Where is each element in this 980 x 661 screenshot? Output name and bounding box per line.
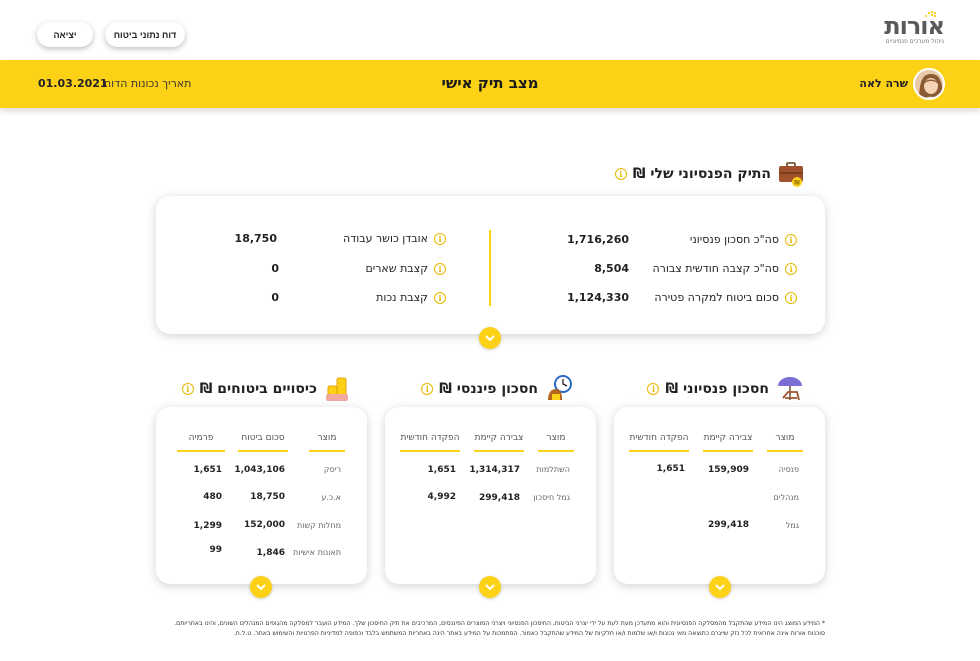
chevron-down-icon [485, 334, 495, 341]
disclaimer-footnote: * המידע המוצג הינו המידע שהתקבל מהמסלקה … [174, 620, 825, 637]
summary-label: סה"כ חסכון פנסיוני [689, 233, 779, 246]
product-label: גמל חיסכון [533, 493, 570, 502]
chevron-down-icon [715, 583, 725, 590]
summary-value: 0 [271, 291, 279, 304]
info-icon[interactable]: i [785, 233, 797, 246]
summary-value: 8,504 [594, 262, 629, 275]
product-label: א.כ.ע [321, 493, 341, 502]
product-label: מנהלים [773, 493, 799, 502]
premium-value: 1,651 [193, 465, 222, 475]
logo-rays-icon [924, 10, 936, 18]
column-header: מוצר [767, 433, 803, 452]
exit-button[interactable]: יציאה [37, 22, 93, 47]
pension-section-title: חסכון פנסיוני ₪ i [647, 374, 805, 404]
column-header: פרמיה [177, 433, 225, 452]
column-header: צבירה קיימת [703, 433, 753, 452]
insurance-expand-button[interactable] [250, 576, 272, 598]
column-header: הפקדה חודשית [400, 433, 460, 452]
money-clock-icon [548, 375, 572, 400]
product-label: השתלמות [536, 465, 570, 474]
financial-title-text: חסכון פיננסי ₪ [439, 381, 538, 397]
column-header: הפקדה חודשית [629, 433, 689, 452]
financial-expand-button[interactable] [479, 576, 501, 598]
summary-row-disability-pension: i קצבת נכות [376, 291, 446, 304]
info-icon[interactable]: i [181, 383, 194, 395]
info-icon[interactable]: i [647, 383, 660, 395]
insurance-card: מוצר סכום ביטוח פרמיה ריסק 1,043,106 1,6… [156, 407, 367, 584]
summary-row-death-insurance: i סכום ביטוח למקרה פטירה [654, 291, 797, 304]
balance-value: 299,418 [479, 493, 520, 503]
monthly-value: 1,651 [656, 464, 685, 474]
summary-value: 1,124,330 [567, 291, 629, 304]
summary-row-disability: i אובדן כושר עבודה [343, 232, 446, 245]
summary-row-total-pension: i סה"כ חסכון פנסיוני [690, 233, 797, 246]
brand-logo[interactable]: אורות ניהול מערכים פנסיוניים [884, 10, 945, 45]
monthly-value: 1,651 [427, 465, 456, 475]
product-label: ריסק [323, 465, 341, 474]
insurance-report-button[interactable]: דוח נתוני ביטוח [105, 22, 185, 47]
sum-value: 1,846 [256, 548, 285, 558]
column-header: צבירה קיימת [474, 433, 524, 452]
svg-text:₪: ₪ [794, 180, 800, 187]
premium-value: 99 [209, 545, 222, 555]
summary-divider [489, 230, 491, 306]
pension-card: מוצר צבירה קיימת הפקדה חודשית פנסיה 159,… [614, 407, 825, 584]
briefcase-icon: ₪ [779, 162, 803, 187]
info-icon[interactable]: i [434, 291, 446, 304]
sum-value: 152,000 [244, 520, 285, 530]
summary-label: סכום ביטוח למקרה פטירה [654, 291, 779, 304]
premium-value: 480 [203, 492, 222, 502]
report-date-value: 01.03.2021 [38, 77, 108, 90]
umbrella-chair-icon [778, 377, 802, 401]
sum-value: 18,750 [250, 492, 285, 502]
info-icon[interactable]: i [434, 232, 446, 245]
page-header: שרה לאה מצב תיק אישי תאריך נכונות הדוח 0… [0, 60, 980, 108]
balance-value: 159,909 [708, 465, 749, 475]
insurance-title-text: כיסויים ביטוחים ₪ [199, 381, 317, 397]
summary-value: 1,716,260 [567, 233, 629, 246]
top-bar: אורות ניהול מערכים פנסיוניים דוח נתוני ב… [0, 0, 980, 60]
brand-tagline: ניהול מערכים פנסיוניים [885, 38, 944, 45]
insurance-section-title: כיסויים ביטוחים ₪ i [181, 374, 353, 404]
info-icon[interactable]: i [434, 262, 446, 275]
balance-value: 299,418 [708, 520, 749, 530]
chevron-down-icon [485, 583, 495, 590]
column-header: מוצר [309, 433, 345, 452]
product-label: מחלות קשות [297, 521, 341, 530]
info-icon[interactable]: i [785, 291, 797, 304]
summary-value: 18,750 [234, 232, 277, 245]
column-header: מוצר [538, 433, 574, 452]
financial-section-title: חסכון פיננסי ₪ i [421, 374, 574, 404]
info-icon[interactable]: i [614, 168, 627, 180]
financial-card: מוצר צבירה קיימת הפקדה חודשית השתלמות 1,… [385, 407, 596, 584]
report-date-label: תאריך נכונות הדוח [104, 77, 192, 90]
monthly-value: 4,992 [427, 492, 456, 502]
summary-card: i סה"כ חסכון פנסיוני 1,716,260 i סה"כ קצ… [156, 196, 825, 334]
product-label: גמל [785, 521, 799, 530]
summary-expand-button[interactable] [479, 327, 501, 349]
coins-icon [326, 377, 348, 401]
chevron-down-icon [256, 583, 266, 590]
sum-value: 1,043,106 [234, 465, 285, 475]
summary-label: קצבת שארים [365, 262, 428, 275]
product-label: תאונות אישיות [293, 548, 341, 557]
summary-section-title: ₪ התיק הפנסיוני שלי ₪ i [614, 160, 805, 188]
summary-title-text: התיק הפנסיוני שלי ₪ [632, 166, 771, 182]
info-icon[interactable]: i [421, 383, 434, 395]
product-label: פנסיה [778, 465, 799, 474]
pension-title-text: חסכון פנסיוני ₪ [665, 381, 769, 397]
summary-label: קצבת נכות [376, 291, 428, 304]
summary-row-monthly-annuity: i סה"כ קצבה חודשית צבורה [652, 262, 797, 275]
premium-value: 1,299 [193, 521, 222, 531]
column-header: סכום ביטוח [238, 433, 288, 452]
info-icon[interactable]: i [785, 262, 797, 275]
summary-label: סה"כ קצבה חודשית צבורה [652, 262, 779, 275]
summary-label: אובדן כושר עבודה [343, 232, 428, 245]
pension-expand-button[interactable] [709, 576, 731, 598]
summary-row-survivors: i קצבת שארים [365, 262, 446, 275]
summary-value: 0 [271, 262, 279, 275]
balance-value: 1,314,317 [469, 465, 520, 475]
